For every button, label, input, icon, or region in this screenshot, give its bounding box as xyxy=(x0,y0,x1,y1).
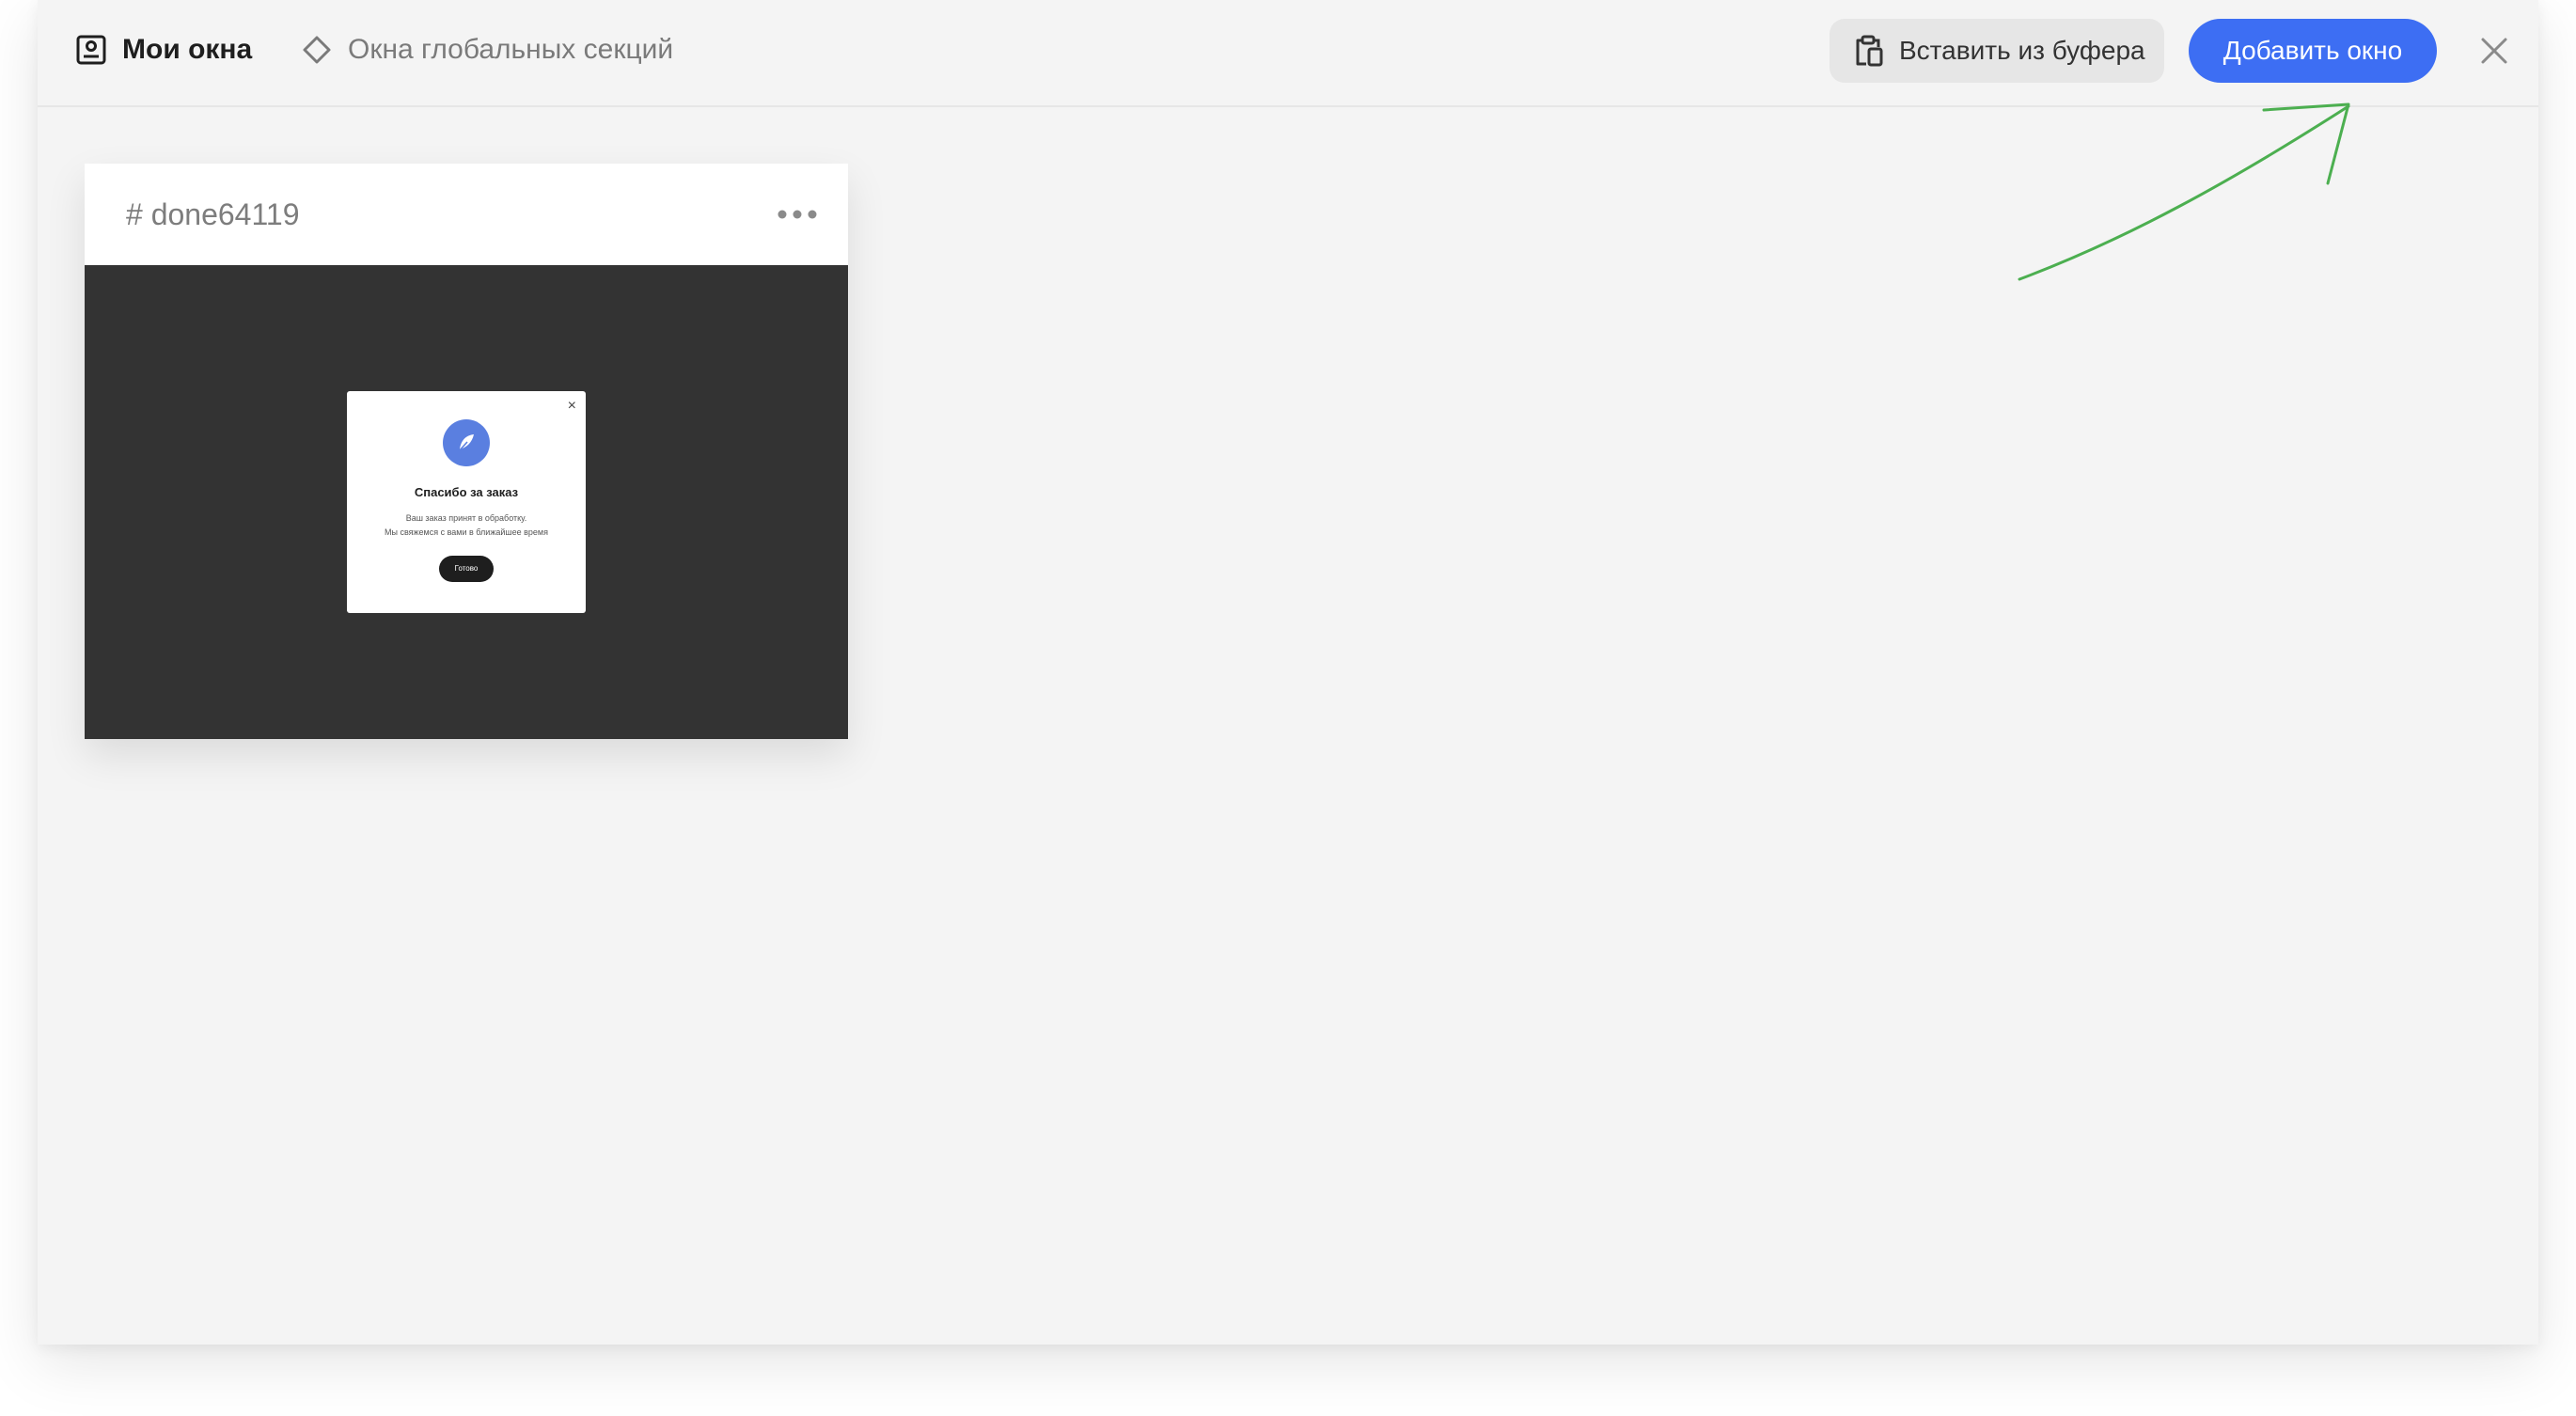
add-button-label: Добавить окно xyxy=(2223,36,2403,65)
paste-from-clipboard-button[interactable]: Вставить из буфера xyxy=(1830,19,2164,83)
diamond-icon xyxy=(303,36,331,64)
profile-window-icon xyxy=(76,35,106,65)
card-preview[interactable]: × Спасибо за заказ Ваш заказ принят в об… xyxy=(85,265,848,739)
windows-panel: Мои окна Окна глобальных секций Вставить… xyxy=(38,0,2538,1345)
preview-popup: × Спасибо за заказ Ваш заказ принят в об… xyxy=(347,391,586,613)
more-dots-icon[interactable] xyxy=(777,203,818,226)
tab-global-windows-label: Окна глобальных секций xyxy=(348,34,674,65)
popup-done-button: Готово xyxy=(439,556,494,582)
window-card[interactable]: # done64119 × Спасибо за заказ Ваш заказ… xyxy=(85,164,848,739)
add-window-button[interactable]: Добавить окно xyxy=(2189,19,2437,83)
paste-button-label: Вставить из буфера xyxy=(1899,36,2145,65)
popup-close-icon: × xyxy=(567,398,576,414)
card-title: # done64119 xyxy=(126,197,300,231)
hint-arrow xyxy=(2018,102,2350,281)
tab-my-windows[interactable]: Мои окна xyxy=(75,28,252,71)
popup-text-line-2: Мы свяжемся с вами в ближайшее время xyxy=(385,527,548,537)
close-icon[interactable] xyxy=(2477,34,2511,68)
popup-title: Спасибо за заказ xyxy=(414,485,519,499)
feather-icon xyxy=(443,419,490,466)
tab-global-windows[interactable]: Окна глобальных секций xyxy=(301,28,673,71)
popup-text-line-1: Ваш заказ принят в обработку. xyxy=(405,513,527,523)
card-header: # done64119 xyxy=(85,164,848,265)
tab-my-windows-label: Мои окна xyxy=(122,34,253,65)
clipboard-icon xyxy=(1856,35,1883,67)
